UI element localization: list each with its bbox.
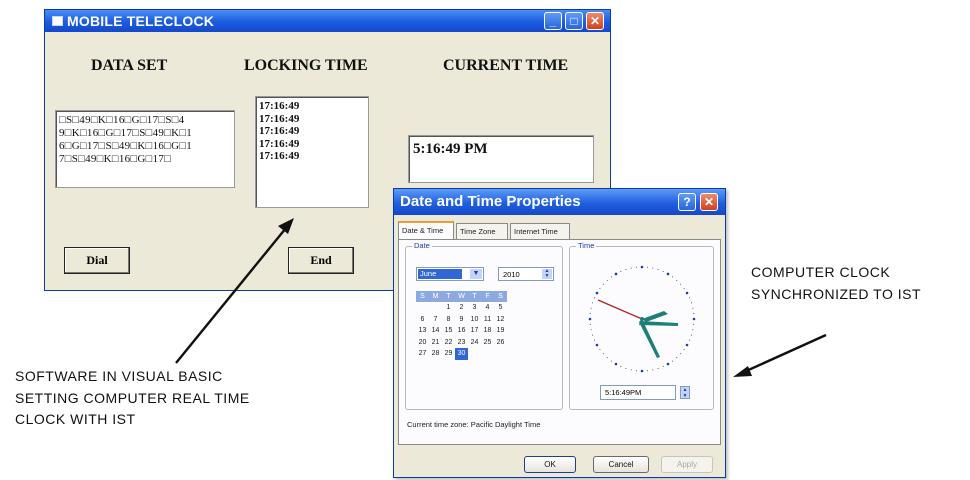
left-arrow-head [278,218,294,234]
right-annotation-line: SYNCHRONIZED TO IST [751,285,922,302]
right-annotation-line: COMPUTER CLOCK [751,264,891,280]
left-annotation: SOFTWARE IN VISUAL BASIC SETTING COMPUTE… [15,366,250,431]
left-arrow-line [175,227,287,364]
right-annotation: COMPUTER CLOCK SYNCHRONIZED TO IST [751,262,921,305]
left-annotation-line: CLOCK WITH IST [15,411,136,428]
left-annotation-line: SOFTWARE IN VISUAL BASIC [15,368,223,384]
right-arrow-head [733,366,752,377]
left-annotation-line: SETTING COMPUTER REAL TIME [15,389,250,406]
right-arrow-line [743,333,827,374]
